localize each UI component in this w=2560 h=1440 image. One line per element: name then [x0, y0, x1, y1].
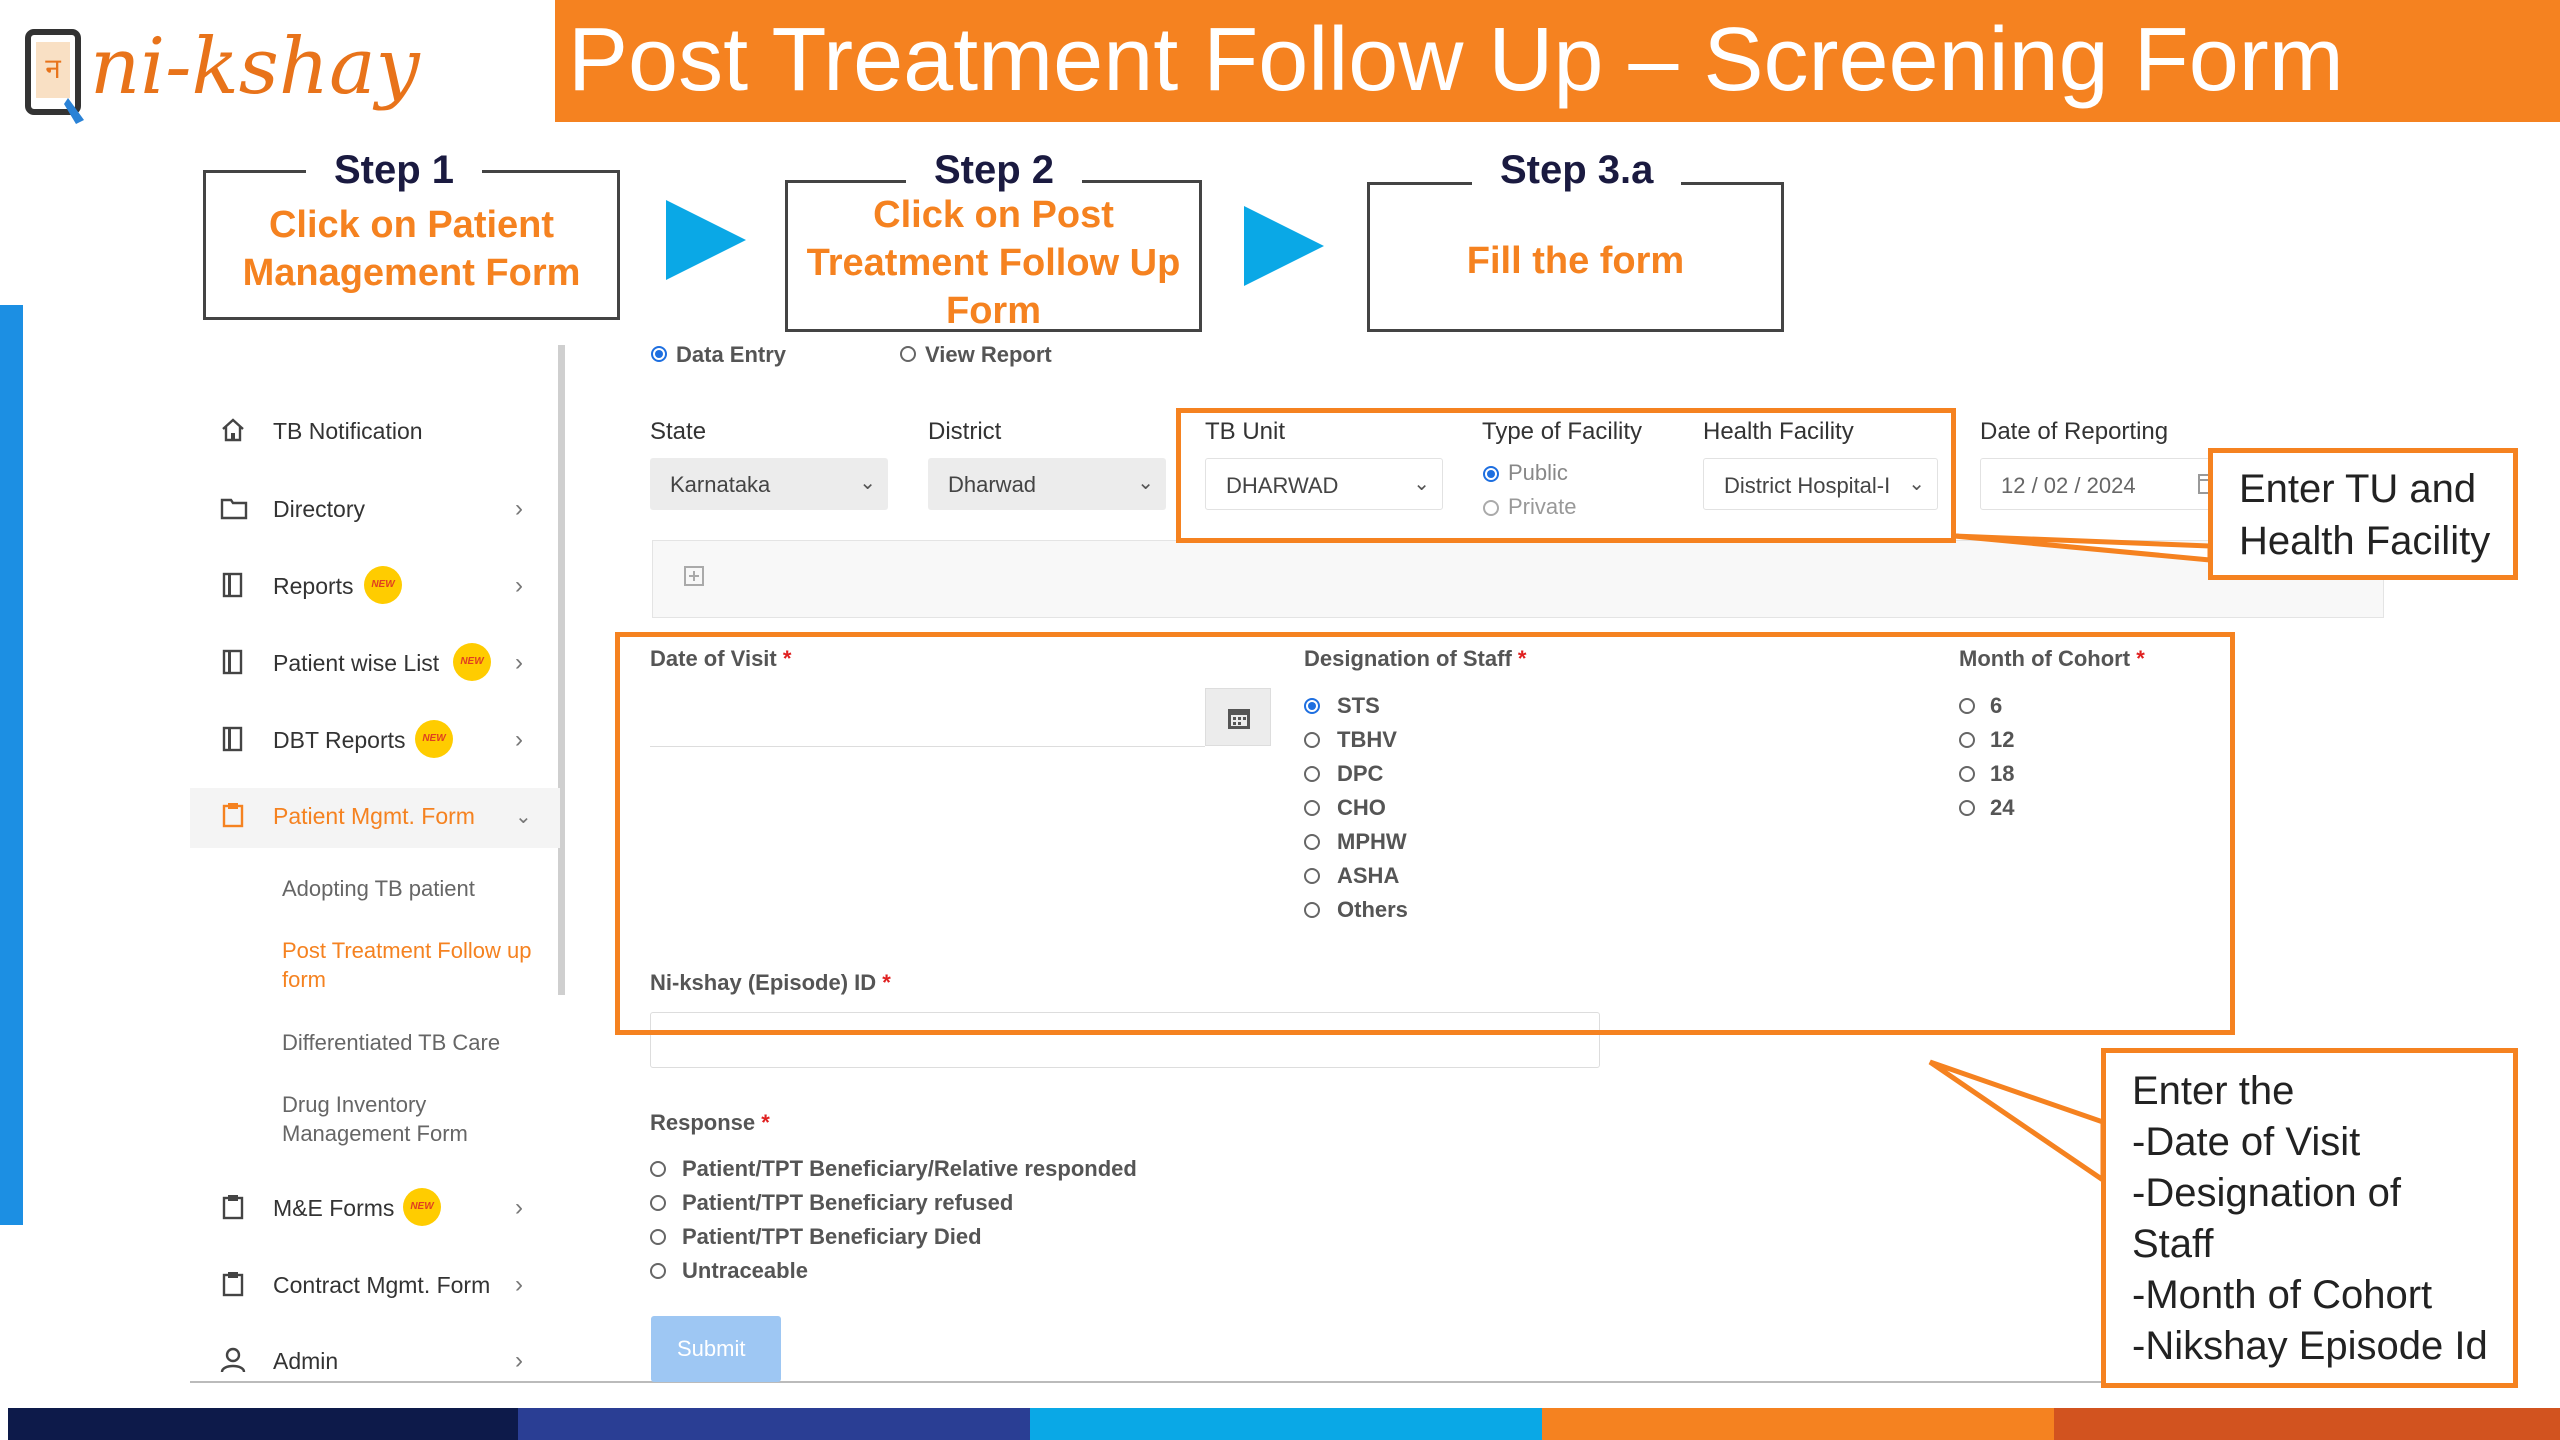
bottom-bar-segment-5 — [2054, 1408, 2560, 1440]
bottom-bar-segment-4 — [1542, 1408, 2054, 1440]
tu-callout-line-2: Health Facility — [2239, 519, 2491, 563]
form-callout-line-5: -Month of Cohort — [2132, 1273, 2433, 1317]
tu-callout-pointer — [1953, 533, 2213, 563]
form-callout-line-1: Enter the — [2132, 1069, 2295, 1113]
tu-callout-line-1: Enter TU and — [2239, 467, 2477, 511]
tu-callout: Enter TU and Health Facility — [2208, 448, 2518, 580]
bottom-bar-segment-3 — [1030, 1408, 1542, 1440]
bottom-bar-segment-1 — [8, 1408, 518, 1440]
form-callout: Enter the -Date of Visit -Designation of… — [2101, 1048, 2518, 1388]
form-callout-line-4: Staff — [2132, 1222, 2214, 1266]
form-callout-line-3: -Designation of — [2132, 1171, 2402, 1215]
form-callout-line-2: -Date of Visit — [2132, 1120, 2361, 1164]
form-callout-pointer — [1928, 1059, 2106, 1185]
bottom-bar-segment-2 — [518, 1408, 1030, 1440]
form-callout-line-6: -Nikshay Episode Id — [2132, 1324, 2488, 1368]
